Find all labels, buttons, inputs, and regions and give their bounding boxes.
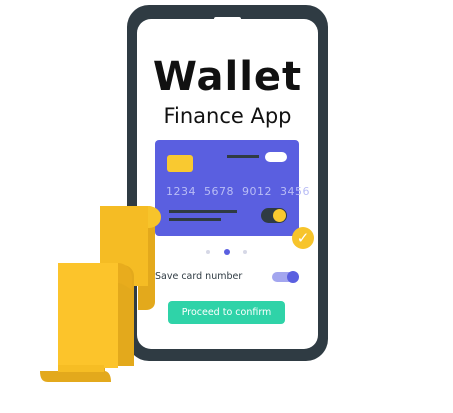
card-logo-pill [265,152,287,162]
save-card-toggle-knob [287,271,299,283]
carousel-dots [137,247,318,257]
carousel-dot-3[interactable] [243,250,247,254]
card-number: 1234 5678 9012 3456 [166,185,310,198]
phone-frame: Wallet Finance App 1234 5678 9012 3456 ✓… [127,5,328,361]
save-card-label: Save card number [155,271,243,282]
app-subtitle: Finance App [163,104,292,128]
credit-card[interactable]: 1234 5678 9012 3456 [155,140,310,236]
save-card-row: Save card number [155,269,300,285]
card-decor-line [227,155,259,158]
card-toggle [261,208,287,223]
card-expiry-line [169,218,221,221]
card-toggle-knob [273,209,286,222]
app-title: Wallet [152,54,303,100]
card-holder-line [169,210,237,213]
card-chip-icon [167,155,193,172]
carousel-dot-2[interactable] [224,249,230,255]
check-icon: ✓ [292,227,314,249]
phone-screen: Wallet Finance App 1234 5678 9012 3456 ✓… [137,19,318,349]
proceed-to-confirm-button[interactable]: Proceed to confirm [168,301,285,324]
carousel-dot-1[interactable] [206,250,210,254]
save-card-toggle[interactable] [272,271,299,283]
